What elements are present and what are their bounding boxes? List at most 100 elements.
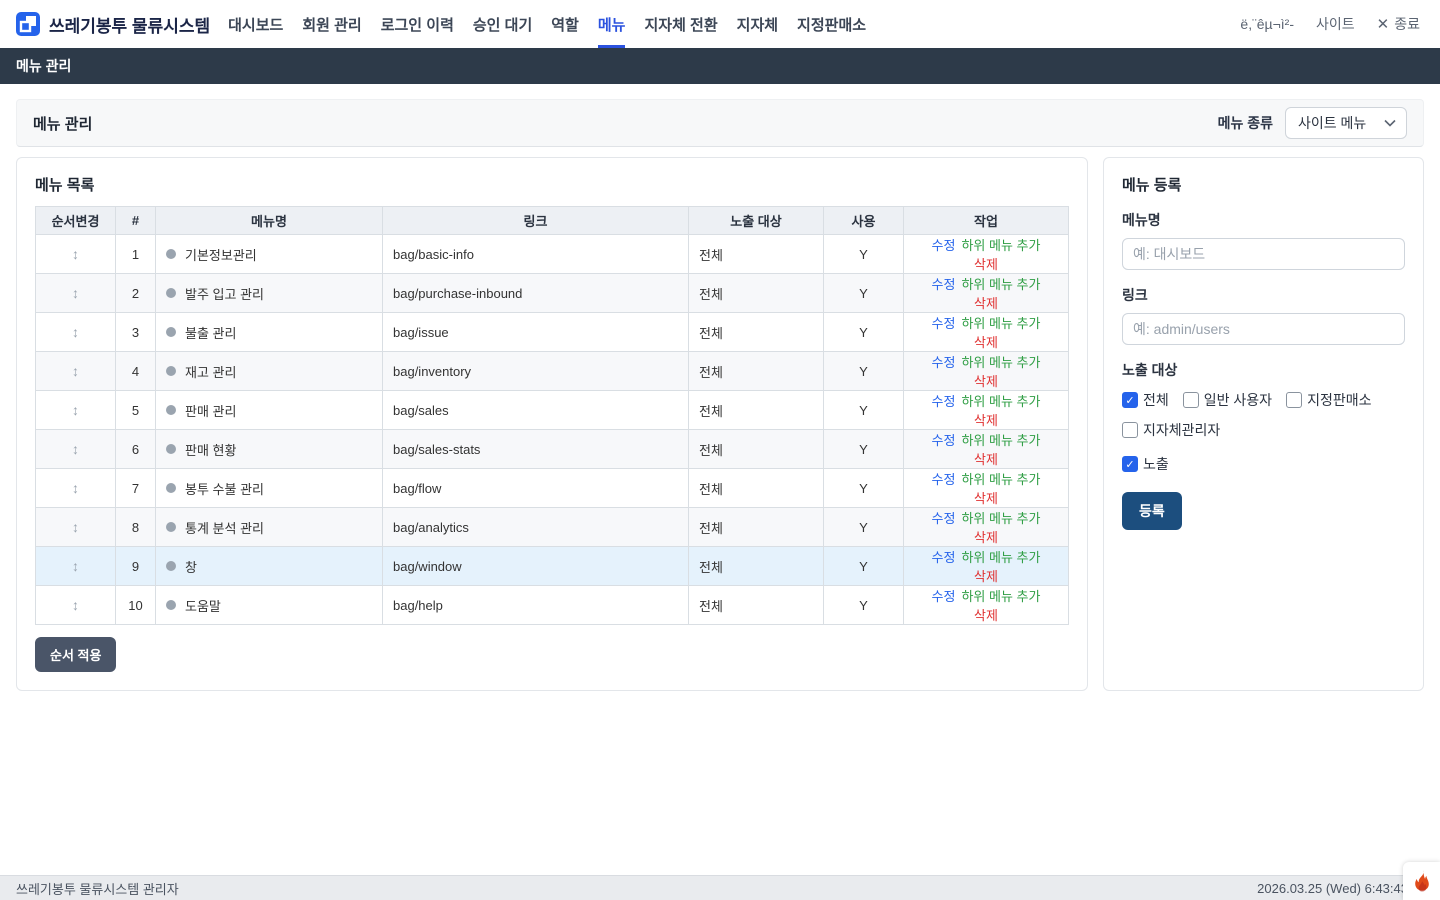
checkbox-checked-icon: [1122, 392, 1138, 408]
edit-link[interactable]: 수정: [932, 238, 956, 253]
checkbox-unchecked-icon: [1183, 392, 1199, 408]
app-logo-icon: [16, 12, 40, 36]
delete-link[interactable]: 삭제: [974, 257, 998, 272]
checkbox-municipality-admin[interactable]: 지자체관리자: [1122, 420, 1220, 440]
delete-link[interactable]: 삭제: [974, 569, 998, 584]
add-submenu-link[interactable]: 하위 메뉴 추가: [961, 511, 1040, 526]
menu-use: Y: [824, 274, 904, 313]
drag-handle-icon[interactable]: ↕: [72, 363, 79, 379]
delete-link[interactable]: 삭제: [974, 530, 998, 545]
drag-handle-icon[interactable]: ↕: [72, 519, 79, 535]
nav-item-members[interactable]: 회원 관리: [302, 0, 361, 48]
menu-target: 전체: [689, 313, 824, 352]
edit-link[interactable]: 수정: [932, 277, 956, 292]
main-nav: 대시보드 회원 관리 로그인 이력 승인 대기 역할 메뉴 지자체 전환 지자체…: [228, 0, 866, 48]
edit-link[interactable]: 수정: [932, 316, 956, 331]
add-submenu-link[interactable]: 하위 메뉴 추가: [961, 394, 1040, 409]
edit-link[interactable]: 수정: [932, 550, 956, 565]
site-link[interactable]: 사이트: [1316, 14, 1355, 34]
navbar-right: ë,¨êµ¬ì²- 사이트 ✕ 종료: [1240, 14, 1420, 34]
toolbar-title: 메뉴 관리: [33, 113, 92, 134]
exit-button[interactable]: ✕ 종료: [1377, 14, 1420, 34]
drag-handle-icon[interactable]: ↕: [72, 597, 79, 613]
menu-name: 발주 입고 관리: [185, 284, 264, 303]
add-submenu-link[interactable]: 하위 메뉴 추가: [961, 355, 1040, 370]
nav-item-dashboard[interactable]: 대시보드: [228, 0, 283, 48]
menu-target: 전체: [689, 235, 824, 274]
bullet-icon: [166, 483, 176, 493]
bullet-icon: [166, 561, 176, 571]
delete-link[interactable]: 삭제: [974, 608, 998, 623]
delete-link[interactable]: 삭제: [974, 296, 998, 311]
nav-item-roles[interactable]: 역할: [551, 0, 579, 48]
nav-item-designated-seller[interactable]: 지정판매소: [797, 0, 866, 48]
delete-link[interactable]: 삭제: [974, 491, 998, 506]
checkbox-designated-seller[interactable]: 지정판매소: [1286, 390, 1371, 410]
add-submenu-link[interactable]: 하위 메뉴 추가: [961, 238, 1040, 253]
nav-item-approval-pending[interactable]: 승인 대기: [473, 0, 532, 48]
expose-target-group: 전체 일반 사용자 지정판매소 지자체관리자: [1122, 390, 1405, 440]
edit-link[interactable]: 수정: [932, 511, 956, 526]
menu-name: 창: [185, 557, 197, 576]
edit-link[interactable]: 수정: [932, 472, 956, 487]
menu-link-input[interactable]: [1122, 313, 1405, 345]
delete-link[interactable]: 삭제: [974, 452, 998, 467]
menu-link: bag/inventory: [383, 352, 689, 391]
menu-name-input[interactable]: [1122, 238, 1405, 270]
debug-toolbar-badge[interactable]: [1403, 862, 1440, 900]
register-button[interactable]: 등록: [1122, 492, 1182, 530]
add-submenu-link[interactable]: 하위 메뉴 추가: [961, 316, 1040, 331]
apply-order-button[interactable]: 순서 적용: [35, 637, 116, 672]
edit-link[interactable]: 수정: [932, 355, 956, 370]
edit-link[interactable]: 수정: [932, 433, 956, 448]
menu-target: 전체: [689, 547, 824, 586]
drag-handle-icon[interactable]: ↕: [72, 402, 79, 418]
menu-link: bag/purchase-inbound: [383, 274, 689, 313]
page-header-bar: 메뉴 관리: [0, 48, 1440, 84]
menu-type-select[interactable]: 사이트 메뉴: [1285, 107, 1407, 139]
bullet-icon: [166, 249, 176, 259]
table-row-highlighted: ↕ 9 창 bag/window 전체 Y 수정하위 메뉴 추가삭제: [36, 547, 1069, 586]
edit-link[interactable]: 수정: [932, 589, 956, 604]
nav-item-municipality-switch[interactable]: 지자체 전환: [644, 0, 717, 48]
col-link: 링크: [383, 207, 689, 235]
delete-link[interactable]: 삭제: [974, 374, 998, 389]
add-submenu-link[interactable]: 하위 메뉴 추가: [961, 550, 1040, 565]
menu-target: 전체: [689, 391, 824, 430]
add-submenu-link[interactable]: 하위 메뉴 추가: [961, 589, 1040, 604]
menu-target: 전체: [689, 274, 824, 313]
edit-link[interactable]: 수정: [932, 394, 956, 409]
checkbox-expose[interactable]: 노출: [1122, 454, 1169, 474]
menu-link: bag/sales-stats: [383, 430, 689, 469]
flame-icon: [1412, 870, 1432, 892]
session-user-label: ë,¨êµ¬ì²-: [1240, 16, 1294, 32]
drag-handle-icon[interactable]: ↕: [72, 558, 79, 574]
bullet-icon: [166, 405, 176, 415]
drag-handle-icon[interactable]: ↕: [72, 246, 79, 262]
table-row: ↕ 2 발주 입고 관리 bag/purchase-inbound 전체 Y 수…: [36, 274, 1069, 313]
bullet-icon: [166, 522, 176, 532]
drag-handle-icon[interactable]: ↕: [72, 285, 79, 301]
checkbox-general-user[interactable]: 일반 사용자: [1183, 390, 1272, 410]
nav-item-menu[interactable]: 메뉴: [598, 0, 626, 48]
bullet-icon: [166, 366, 176, 376]
menu-register-title: 메뉴 등록: [1122, 174, 1405, 195]
col-order: 순서변경: [36, 207, 116, 235]
menu-target: 전체: [689, 508, 824, 547]
menu-type-control: 메뉴 종류 사이트 메뉴: [1218, 107, 1407, 139]
table-row: ↕ 6 판매 현황 bag/sales-stats 전체 Y 수정하위 메뉴 추…: [36, 430, 1069, 469]
drag-handle-icon[interactable]: ↕: [72, 441, 79, 457]
menu-link: bag/sales: [383, 391, 689, 430]
delete-link[interactable]: 삭제: [974, 413, 998, 428]
add-submenu-link[interactable]: 하위 메뉴 추가: [961, 472, 1040, 487]
checkbox-all[interactable]: 전체: [1122, 390, 1169, 410]
add-submenu-link[interactable]: 하위 메뉴 추가: [961, 433, 1040, 448]
nav-item-login-history[interactable]: 로그인 이력: [381, 0, 454, 48]
nav-item-municipality[interactable]: 지자체: [737, 0, 778, 48]
drag-handle-icon[interactable]: ↕: [72, 480, 79, 496]
menu-use: Y: [824, 508, 904, 547]
drag-handle-icon[interactable]: ↕: [72, 324, 79, 340]
add-submenu-link[interactable]: 하위 메뉴 추가: [961, 277, 1040, 292]
menu-link-label: 링크: [1122, 285, 1405, 305]
delete-link[interactable]: 삭제: [974, 335, 998, 350]
